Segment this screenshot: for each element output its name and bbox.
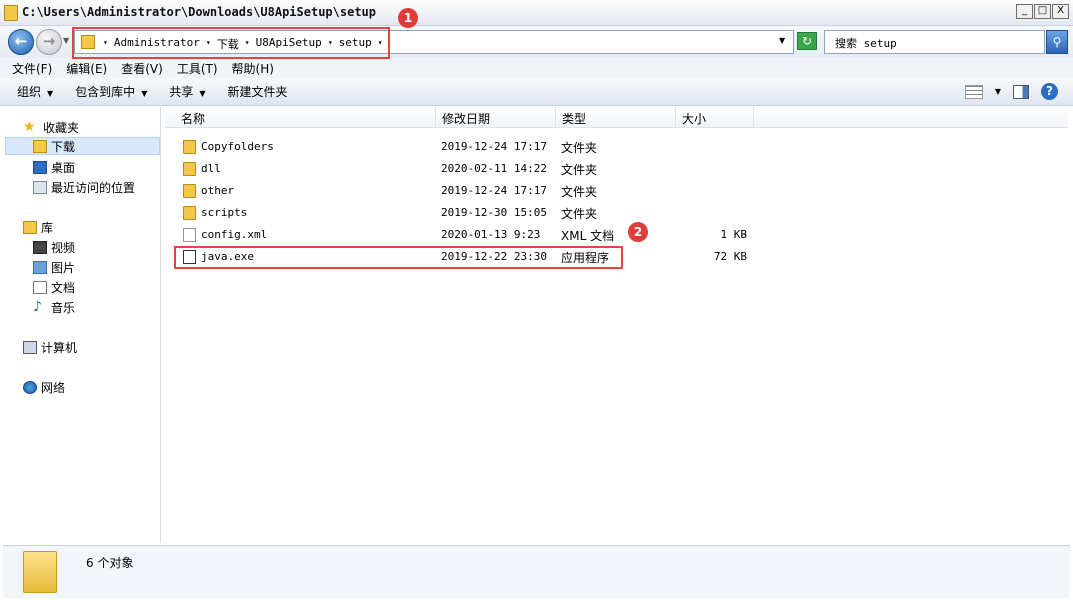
nav-libraries[interactable]: 库 xyxy=(23,218,53,236)
search-icon[interactable]: ⚲ xyxy=(1046,30,1068,54)
menu-bar: 文件(F) 编辑(E) 查看(V) 工具(T) 帮助(H) xyxy=(0,58,1073,78)
window-controls: _ □ X xyxy=(1016,4,1069,19)
chevron-down-icon: ▼ xyxy=(141,89,148,98)
network-icon xyxy=(23,380,37,394)
view-list-icon[interactable] xyxy=(964,84,983,99)
status-bar: 6 个对象 xyxy=(3,545,1070,598)
folder-icon xyxy=(23,551,57,593)
file-row[interactable]: dll 2020-02-11 14:22 文件夹 xyxy=(165,158,1068,180)
help-icon[interactable]: ? xyxy=(1041,83,1058,100)
music-icon: ♪ xyxy=(33,298,42,315)
column-header-size[interactable]: 大小 xyxy=(676,107,754,128)
menu-help[interactable]: 帮助(H) xyxy=(232,60,274,77)
share-button[interactable]: 共享 ▼ xyxy=(169,83,205,100)
computer-icon xyxy=(23,340,37,354)
xml-file-icon xyxy=(183,228,196,242)
library-icon xyxy=(23,220,37,234)
include-in-library-button[interactable]: 包含到库中 ▼ xyxy=(75,83,147,100)
folder-icon xyxy=(4,5,18,21)
folder-icon xyxy=(183,184,196,198)
nav-network[interactable]: 网络 xyxy=(23,378,65,396)
file-list: 名称 修改日期 类型 大小 Copyfolders 2019-12-24 17:… xyxy=(165,107,1068,543)
new-folder-button[interactable]: 新建文件夹 xyxy=(228,83,288,100)
downloads-folder-icon xyxy=(33,139,47,153)
recent-places-icon xyxy=(33,180,47,194)
nav-music[interactable]: ♪ 音乐 xyxy=(33,298,75,316)
maximize-button[interactable]: □ xyxy=(1034,4,1051,19)
document-icon xyxy=(33,280,47,294)
search-input[interactable]: 搜索 setup xyxy=(824,30,1045,54)
nav-downloads[interactable]: 下载 xyxy=(5,137,160,155)
folder-icon xyxy=(183,162,196,176)
preview-pane-icon[interactable] xyxy=(1013,84,1029,99)
refresh-icon[interactable]: ↻ xyxy=(797,32,817,50)
window-title: C:\Users\Administrator\Downloads\U8ApiSe… xyxy=(22,5,377,19)
file-row[interactable]: config.xml 2020-01-13 9:23 XML 文档 1 KB xyxy=(165,224,1068,246)
command-bar: 组织 ▼ 包含到库中 ▼ 共享 ▼ 新建文件夹 xyxy=(0,78,1073,106)
title-bar: C:\Users\Administrator\Downloads\U8ApiSe… xyxy=(0,0,1073,26)
annotation-badge-1: 1 xyxy=(398,8,418,28)
organize-button[interactable]: 组织 ▼ xyxy=(17,83,53,100)
close-button[interactable]: X xyxy=(1052,4,1069,19)
picture-icon xyxy=(33,260,47,274)
forward-button[interactable]: → xyxy=(36,29,62,55)
column-header-date[interactable]: 修改日期 xyxy=(436,107,556,128)
nav-favorites[interactable]: ★ 收藏夹 xyxy=(23,118,79,136)
annotation-badge-2: 2 xyxy=(628,222,648,242)
menu-view[interactable]: 查看(V) xyxy=(121,60,163,77)
column-header-type[interactable]: 类型 xyxy=(556,107,676,128)
nav-desktop[interactable]: 桌面 xyxy=(33,158,75,176)
nav-computer[interactable]: 计算机 xyxy=(23,338,77,356)
file-row[interactable]: other 2019-12-24 17:17 文件夹 xyxy=(165,180,1068,202)
chevron-down-icon[interactable]: ▼ xyxy=(995,87,1001,96)
minimize-button[interactable]: _ xyxy=(1016,4,1033,19)
nav-pictures[interactable]: 图片 xyxy=(33,258,75,276)
menu-tools[interactable]: 工具(T) xyxy=(177,60,218,77)
desktop-icon xyxy=(33,160,47,174)
address-dropdown-icon[interactable]: ▼ xyxy=(779,36,785,45)
chevron-down-icon: ▼ xyxy=(199,89,206,98)
file-row[interactable]: scripts 2019-12-30 15:05 文件夹 xyxy=(165,202,1068,224)
file-row[interactable]: Copyfolders 2019-12-24 17:17 文件夹 xyxy=(165,136,1068,158)
nav-recent-places[interactable]: 最近访问的位置 xyxy=(33,178,135,196)
nav-documents[interactable]: 文档 xyxy=(33,278,75,296)
annotation-box-java-exe xyxy=(174,246,623,269)
chevron-down-icon: ▼ xyxy=(47,89,54,98)
item-count: 6 个对象 xyxy=(86,556,134,570)
recent-pages-dropdown-icon[interactable]: ▼ xyxy=(63,36,69,45)
annotation-box-address xyxy=(72,27,390,59)
navigation-pane: ★ 收藏夹 下载 桌面 最近访问的位置 库 视频 图片 文档 ♪ 音乐 计算机 … xyxy=(3,107,161,543)
back-button[interactable]: ← xyxy=(8,29,34,55)
star-icon: ★ xyxy=(23,118,36,135)
folder-icon xyxy=(183,140,196,154)
folder-icon xyxy=(183,206,196,220)
view-controls: ▼ ? xyxy=(964,83,1058,100)
nav-videos[interactable]: 视频 xyxy=(33,238,75,256)
menu-file[interactable]: 文件(F) xyxy=(12,60,52,77)
column-header-name[interactable]: 名称 xyxy=(175,107,436,128)
video-icon xyxy=(33,240,47,254)
menu-edit[interactable]: 编辑(E) xyxy=(66,60,107,77)
